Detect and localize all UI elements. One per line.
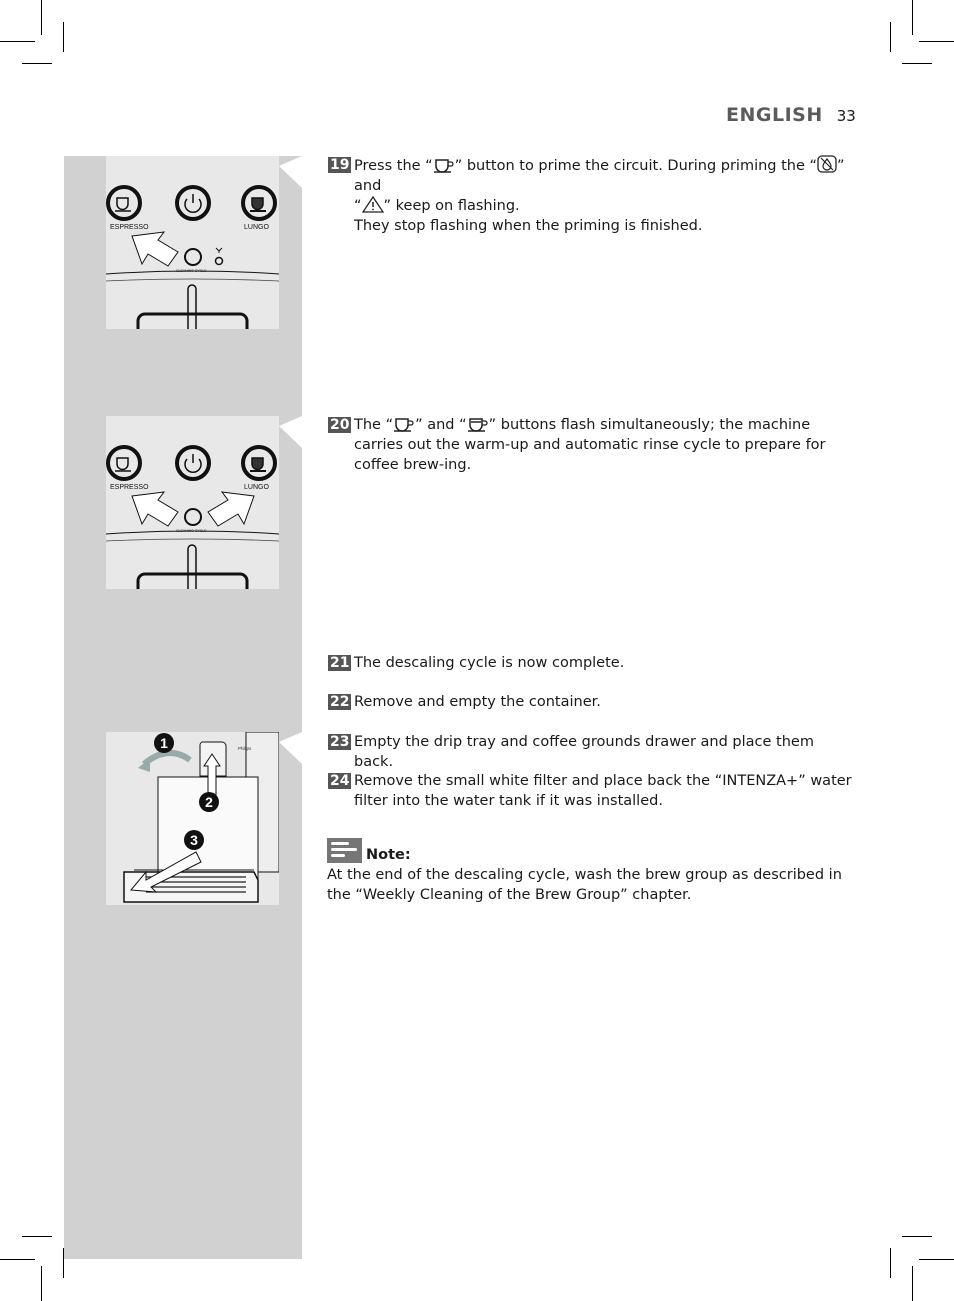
step-text: The descaling cycle is now complete.: [354, 655, 625, 671]
step-text: Empty the drip tray and coffee grounds d…: [354, 734, 814, 770]
brand-label: Philips: [238, 746, 252, 751]
control-panel-illustration: ESPRESSO LUNGO CLEANING CYCLE: [106, 156, 279, 329]
page-header: ENGLISH 33: [726, 104, 856, 126]
note-icon: [327, 838, 362, 863]
crop-mark: [41, 0, 42, 35]
figure-pointer: [279, 156, 302, 188]
callout-1-icon: 1: [154, 733, 174, 753]
crop-mark: [919, 41, 954, 42]
figure-pointer: [279, 732, 302, 764]
figure-pointer: [279, 416, 302, 448]
espresso-cup-icon: [433, 159, 454, 173]
lungo-label: LUNGO: [244, 484, 269, 491]
svg-text:3: 3: [190, 832, 198, 848]
step-21: 21 The descaling cycle is now complete.: [328, 653, 853, 673]
crop-mark: [0, 1259, 35, 1260]
callout-2-icon: 2: [199, 792, 219, 812]
note-label: Note:: [366, 847, 411, 863]
step-number: 20: [328, 417, 352, 433]
crop-mark: [0, 41, 35, 42]
power-button-icon: [175, 185, 211, 221]
step-number: 22: [328, 694, 352, 710]
step-number: 21: [328, 655, 352, 671]
step-20: 20 The “” and “” buttons flash simultane…: [328, 417, 826, 473]
callout-3-icon: 3: [184, 830, 204, 850]
figure-control-panel-espresso: ESPRESSO LUNGO CLEANING CYCLE: [106, 156, 279, 329]
svg-text:1: 1: [160, 735, 168, 751]
descale-icon: [817, 155, 837, 173]
step-24: 24 Remove the small white filter and pla…: [328, 771, 853, 811]
control-panel-illustration: ESPRESSO LUNGO CLEANING CYCLE: [106, 416, 279, 589]
crop-mark: [902, 63, 932, 64]
power-button-icon: [175, 445, 211, 481]
figure-control-panel-both: ESPRESSO LUNGO CLEANING CYCLE: [106, 416, 279, 589]
crop-mark: [22, 63, 52, 64]
espresso-label: ESPRESSO: [110, 484, 149, 491]
note-text: At the end of the descaling cycle, wash …: [327, 867, 842, 903]
step-22: 22 Remove and empty the container.: [328, 692, 853, 712]
warning-triangle-icon: [361, 196, 384, 213]
crop-mark: [63, 22, 64, 52]
crop-mark: [919, 1259, 954, 1260]
step-number: 24: [328, 773, 352, 789]
step-text: Remove and empty the container.: [354, 694, 601, 710]
crop-mark: [890, 1248, 891, 1278]
crop-mark: [41, 1266, 42, 1301]
crop-mark: [902, 1236, 932, 1237]
lungo-button-icon: [241, 445, 277, 481]
step-19: 19 Press the “” button to prime the circ…: [328, 155, 845, 234]
note-box: Note: At the end of the descaling cycle,…: [327, 838, 852, 905]
espresso-label: ESPRESSO: [110, 224, 149, 231]
lungo-label: LUNGO: [244, 224, 269, 231]
crop-mark: [912, 1266, 913, 1301]
page-number: 33: [836, 107, 856, 125]
step-text: Remove the small white filter and place …: [354, 773, 852, 809]
espresso-button-icon: [106, 185, 142, 221]
crop-mark: [890, 22, 891, 52]
espresso-button-icon: [106, 445, 142, 481]
figure-drip-tray-removal: Philips 1 2 3: [106, 732, 279, 905]
crop-mark: [912, 0, 913, 35]
step-number: 19: [328, 157, 352, 173]
step-23: 23 Empty the drip tray and coffee ground…: [328, 732, 853, 772]
crop-mark: [22, 1236, 52, 1237]
lungo-button-icon: [241, 185, 277, 221]
lungo-cup-icon: [467, 418, 488, 432]
drip-tray-illustration: Philips 1 2 3: [106, 732, 279, 905]
espresso-cup-icon: [394, 418, 414, 432]
svg-text:2: 2: [205, 794, 213, 810]
step-number: 23: [328, 734, 352, 750]
section-title: ENGLISH: [726, 104, 823, 126]
